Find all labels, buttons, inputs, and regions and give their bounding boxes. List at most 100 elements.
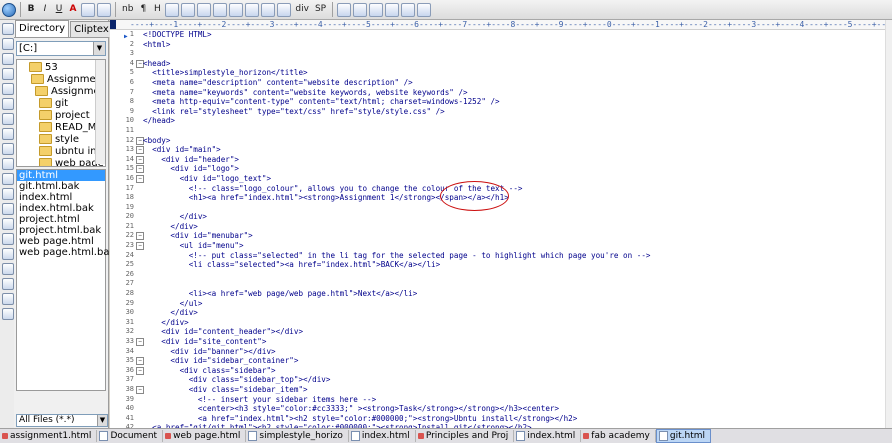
code-line[interactable]: 14− <div id="header">	[110, 155, 892, 165]
code-line[interactable]: 10 </head>	[110, 116, 892, 126]
settings-icon[interactable]	[2, 308, 14, 320]
close-icon[interactable]	[2, 433, 8, 439]
font-icon[interactable]	[2, 248, 14, 260]
form-icon[interactable]	[229, 2, 244, 17]
link-icon[interactable]	[197, 2, 212, 17]
document-tab[interactable]: fab academy	[581, 430, 656, 442]
tree-item[interactable]: 53	[29, 62, 58, 74]
document-tab[interactable]: index.html	[514, 430, 582, 442]
comment-icon[interactable]	[261, 2, 276, 17]
nbsp-button[interactable]: nb	[120, 2, 135, 17]
span-button[interactable]: SP	[313, 2, 328, 17]
edit-icon[interactable]	[337, 2, 352, 17]
file-item[interactable]: web page.html.bak	[17, 247, 115, 258]
code-line[interactable]: 30 </div>	[110, 308, 892, 318]
cut-icon[interactable]	[2, 83, 14, 95]
code-line[interactable]: 26	[110, 270, 892, 280]
code-line[interactable]: 29 </ul>	[110, 299, 892, 309]
tree-item[interactable]: READ_ME	[39, 122, 103, 134]
tab-cliptext[interactable]: Cliptex	[70, 21, 113, 37]
div-button[interactable]: div	[293, 2, 311, 17]
code-line[interactable]: 36− <div class="sidebar">	[110, 366, 892, 376]
tree-item[interactable]: git	[39, 98, 68, 110]
document-tab[interactable]: web page.html	[163, 430, 247, 442]
close-icon[interactable]	[583, 433, 590, 439]
image-icon[interactable]	[165, 2, 180, 17]
font-color-button[interactable]: A	[67, 2, 79, 17]
code-line[interactable]: 24 <!-- put class="selected" in the li t…	[110, 251, 892, 261]
save-icon[interactable]	[2, 53, 14, 65]
file-item[interactable]: project.html	[17, 214, 105, 225]
code-line[interactable]: 4− <head>	[110, 59, 892, 69]
tree-item[interactable]: project	[39, 110, 90, 122]
check-icon[interactable]	[2, 293, 14, 305]
tree-item[interactable]: style	[39, 134, 79, 146]
file-item[interactable]: git.html	[17, 170, 105, 181]
paste-icon[interactable]	[2, 113, 14, 125]
code-line[interactable]: 23− <ul id="menu">	[110, 241, 892, 251]
code-line[interactable]: 12− <body>	[110, 136, 892, 146]
open-file-icon[interactable]	[2, 38, 14, 50]
align-icon[interactable]	[97, 2, 111, 17]
table-icon[interactable]	[81, 2, 95, 17]
code-line[interactable]: 16− <div id="logo_text">	[110, 174, 892, 184]
code-line[interactable]: 11	[110, 126, 892, 136]
code-line[interactable]: 38− <div class="sidebar_item">	[110, 385, 892, 395]
copy-icon[interactable]	[2, 98, 14, 110]
tree-scrollbar[interactable]	[95, 60, 105, 164]
special-char-icon[interactable]	[401, 2, 416, 17]
editor-scrollbar[interactable]	[885, 20, 892, 428]
drive-select[interactable]: [C:] ▼	[16, 41, 106, 56]
code-line[interactable]: 9 <link rel="stylesheet" type="text/css"…	[110, 107, 892, 117]
code-line[interactable]: 31 </div>	[110, 318, 892, 328]
preview-icon[interactable]	[353, 2, 368, 17]
code-line[interactable]: 3	[110, 49, 892, 59]
file-item[interactable]: git.html.bak	[17, 181, 105, 192]
document-tab[interactable]: assignment1.html	[0, 430, 98, 442]
paragraph-button[interactable]: ¶	[137, 2, 149, 17]
bold-button[interactable]: B	[25, 2, 37, 17]
hr-icon[interactable]	[245, 2, 260, 17]
close-icon[interactable]	[165, 433, 172, 439]
code-line[interactable]: 35− <div id="sidebar_container">	[110, 356, 892, 366]
code-line[interactable]: 21 </div>	[110, 222, 892, 232]
code-line[interactable]: 2 <html>	[110, 40, 892, 50]
heading-button[interactable]: H	[151, 2, 163, 17]
code-line[interactable]: 40 <center><h3 style="color:#cc3333;" ><…	[110, 404, 892, 414]
help-icon[interactable]	[417, 2, 432, 17]
print-icon[interactable]	[2, 68, 14, 80]
bookmark-icon[interactable]	[2, 278, 14, 290]
code-line[interactable]: 27	[110, 279, 892, 289]
document-tab[interactable]: Principles and Proj	[416, 430, 515, 442]
chevron-down-icon[interactable]: ▼	[93, 42, 105, 55]
code-line[interactable]: 5 <title>simplestyle_horizon</title>	[110, 68, 892, 78]
code-line[interactable]: 13− <div id="main">	[110, 145, 892, 155]
document-tab[interactable]: simplestyle_horizo	[246, 430, 349, 442]
code-line[interactable]: 6 <meta name="description" content="webs…	[110, 78, 892, 88]
code-line[interactable]: 28 <li><a href="web page/web page.html">…	[110, 289, 892, 299]
file-item[interactable]: index.html.bak	[17, 203, 105, 214]
tab-directory[interactable]: Directory	[15, 20, 70, 37]
redo-icon[interactable]	[2, 143, 14, 155]
file-filter-select[interactable]: All Files (*.*) ▼	[16, 414, 108, 427]
code-editor[interactable]: ----+----1----+----2----+----3----+----4…	[110, 20, 892, 442]
file-item[interactable]: web page.html	[17, 236, 105, 247]
globe-icon[interactable]	[2, 2, 16, 17]
document-tab[interactable]: git.html	[655, 429, 711, 443]
code-line[interactable]: 25 <li class="selected"><a href="index.h…	[110, 260, 892, 270]
code-line[interactable]: 32 <div id="content_header"></div>	[110, 327, 892, 337]
column-icon[interactable]	[2, 263, 14, 275]
code-line[interactable]: 34 <div id="banner"></div>	[110, 347, 892, 357]
code-line[interactable]: 39 <!-- insert your sidebar items here -…	[110, 395, 892, 405]
code-line[interactable]: 7 <meta name="keywords" content="website…	[110, 88, 892, 98]
code-line[interactable]: 37 <div class="sidebar_top"></div>	[110, 375, 892, 385]
outdent-icon[interactable]	[2, 233, 14, 245]
chevron-down-icon[interactable]: ▼	[97, 415, 107, 426]
code-line[interactable]: 1 ▶ <!DOCTYPE HTML>	[110, 30, 892, 40]
code-line[interactable]: 8 <meta http-equiv="content-type" conten…	[110, 97, 892, 107]
close-icon[interactable]	[417, 433, 424, 439]
color-icon[interactable]	[277, 2, 292, 17]
underline-button[interactable]: U	[53, 2, 65, 17]
list-icon[interactable]	[213, 2, 228, 17]
find-icon[interactable]	[2, 158, 14, 170]
